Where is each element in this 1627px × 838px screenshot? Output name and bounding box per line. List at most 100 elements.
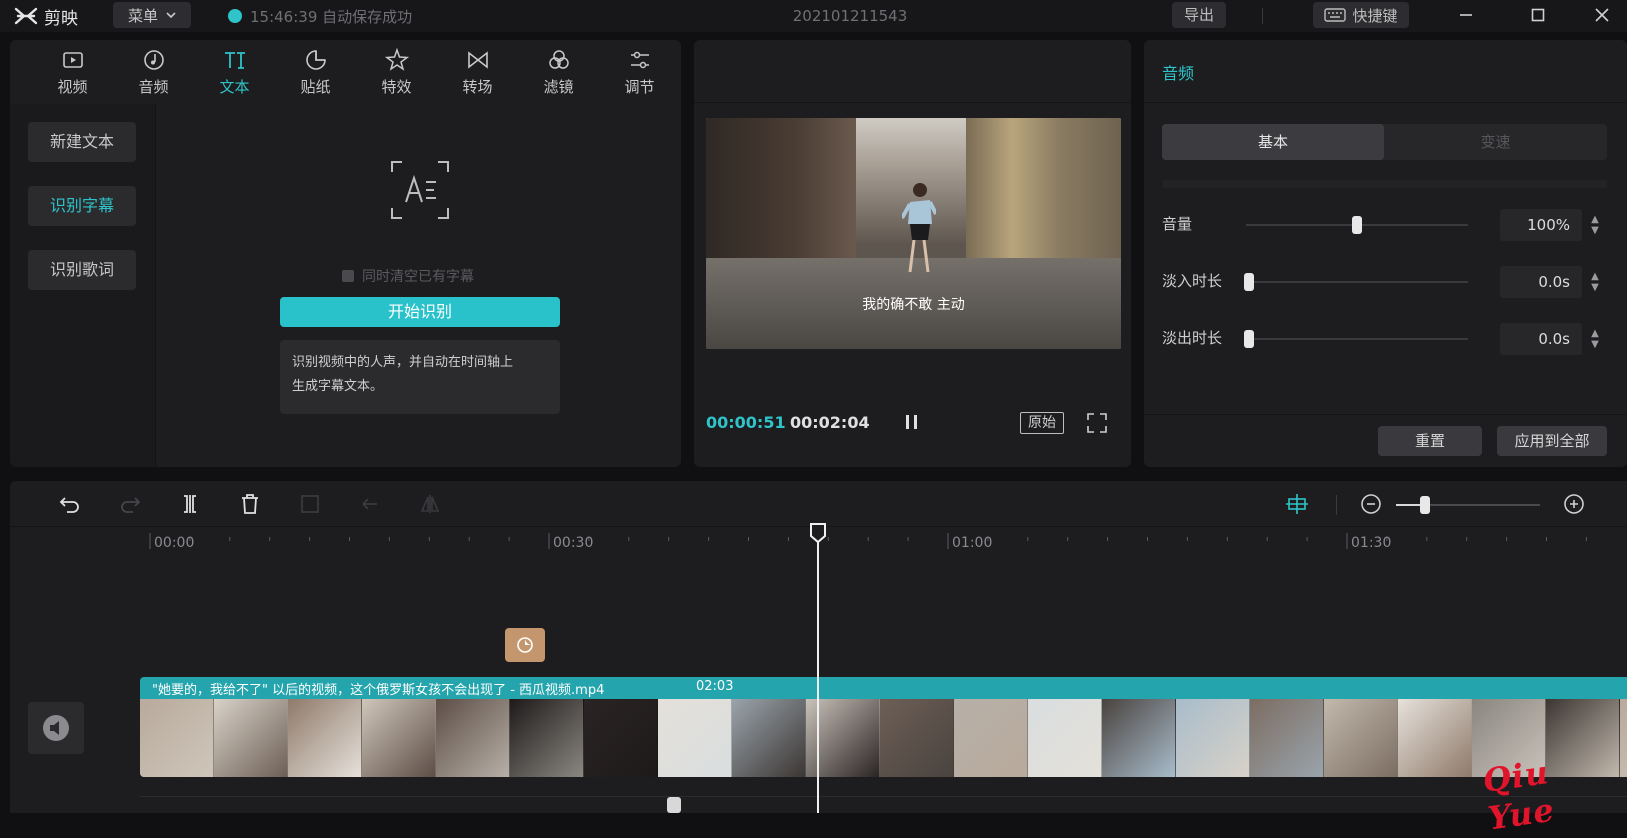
reset-button[interactable]: 重置: [1378, 426, 1482, 456]
tab-adjust-label: 调节: [624, 77, 655, 96]
start-recognition-button[interactable]: 开始识别: [280, 297, 560, 327]
tab-video[interactable]: 视频: [32, 40, 113, 104]
zoom-out-button[interactable]: [1357, 491, 1385, 517]
maximize-button[interactable]: [1518, 2, 1558, 28]
fullscreen-icon[interactable]: [1086, 412, 1108, 434]
tab-basic[interactable]: 基本: [1162, 124, 1384, 160]
chevron-down-icon[interactable]: ▼: [1591, 225, 1599, 236]
inspector-tab-underbar: [1162, 180, 1607, 188]
clear-existing-checkbox[interactable]: [342, 270, 354, 282]
clip-thumbnail: [1102, 699, 1176, 777]
tab-effects[interactable]: 特效: [356, 40, 437, 104]
freeze-button[interactable]: [296, 491, 324, 517]
shortcut-label: 快捷键: [1352, 6, 1398, 25]
subtitle-marker[interactable]: [667, 797, 681, 813]
tab-transition[interactable]: 转场: [437, 40, 518, 104]
tab-filter[interactable]: 滤镜: [518, 40, 599, 104]
chevron-down-icon[interactable]: ▼: [1591, 282, 1599, 293]
clear-existing-label: 同时清空已有字幕: [362, 269, 474, 285]
volume-stepper[interactable]: ▲ ▼: [1586, 209, 1604, 241]
clip-thumbnail: [1176, 699, 1250, 777]
mirror-icon: [420, 495, 440, 513]
volume-value[interactable]: 100%: [1500, 209, 1582, 241]
clip-thumbnail: [880, 699, 954, 777]
apply-all-button[interactable]: 应用到全部: [1497, 426, 1607, 456]
playhead-handle-icon[interactable]: [809, 522, 827, 544]
filter-icon: [548, 49, 569, 69]
pause-icon[interactable]: [902, 412, 922, 432]
timeline-toolbar: [10, 481, 1627, 527]
delete-button[interactable]: [236, 491, 264, 517]
video-clip[interactable]: "她要的，我给不了" 以后的视频，这个俄罗斯女孩不会出现了 - 西瓜视频.mp4…: [140, 677, 1627, 777]
save-status-text: 15:46:39 自动保存成功: [250, 7, 413, 26]
tab-adjust[interactable]: 调节: [599, 40, 680, 104]
sticker-clip[interactable]: [505, 628, 545, 662]
menu-button[interactable]: 菜单: [113, 2, 191, 28]
media-tabs: 视频 音频 文本 贴纸 特效 转场 滤镜 调节: [10, 40, 681, 104]
volume-slider-knob[interactable]: [1352, 216, 1362, 234]
save-status-dot-icon: [228, 9, 242, 23]
tab-text[interactable]: 文本: [194, 40, 275, 104]
undo-button[interactable]: [56, 491, 84, 517]
playhead-line[interactable]: [817, 525, 819, 813]
title-bar: 剪映 菜单 15:46:39 自动保存成功 202101211543 导出 快捷…: [0, 0, 1627, 32]
keyboard-icon: [1324, 8, 1347, 22]
shortcut-button[interactable]: 快捷键: [1313, 2, 1409, 28]
clip-thumbnail: [954, 699, 1028, 777]
app-name: 剪映: [44, 8, 78, 29]
clip-thumbnail: [362, 699, 436, 777]
tab-text-label: 文本: [219, 77, 250, 96]
video-frame[interactable]: 我的确不敢 主动: [706, 118, 1121, 349]
inspector-footer-divider: [1144, 414, 1627, 415]
mirror-button[interactable]: [416, 491, 444, 517]
export-button[interactable]: 导出: [1172, 2, 1226, 28]
freeze-icon: [301, 495, 319, 513]
fade-out-slider[interactable]: [1246, 338, 1468, 340]
timeline-ruler[interactable]: 00:00 00:30 01:00 01:30: [140, 527, 1627, 557]
recognize-subtitles-button[interactable]: 识别字幕: [28, 186, 136, 226]
reverse-button[interactable]: [356, 491, 384, 517]
timeline-zoom-knob[interactable]: [1420, 496, 1430, 514]
video-icon: [62, 51, 83, 68]
inspector-panel: 音频 基本 变速 音量 100% ▲ ▼ 淡入时长 0.0s ▲ ▼ 淡出时长 0.…: [1144, 40, 1627, 467]
zoom-in-icon: [1564, 494, 1584, 514]
maximize-icon: [1531, 8, 1545, 22]
tab-sticker[interactable]: 贴纸: [275, 40, 356, 104]
fade-out-slider-knob[interactable]: [1244, 330, 1254, 348]
zoom-in-button[interactable]: [1560, 491, 1588, 517]
clip-thumbnail: [732, 699, 806, 777]
aspect-ratio-button[interactable]: 原始: [1020, 412, 1064, 434]
chevron-down-icon[interactable]: ▼: [1591, 339, 1599, 350]
chevron-up-icon[interactable]: ▲: [1591, 271, 1599, 282]
preview-header-divider: [694, 102, 1131, 103]
tab-audio[interactable]: 音频: [113, 40, 194, 104]
tab-speed[interactable]: 变速: [1384, 124, 1607, 160]
clip-thumbnail: [584, 699, 658, 777]
redo-button[interactable]: [116, 491, 144, 517]
subtitle-track[interactable]: [140, 796, 1627, 813]
fade-in-value[interactable]: 0.0s: [1500, 266, 1582, 298]
track-mute-button[interactable]: [28, 702, 84, 754]
inspector-tabs: 基本 变速: [1162, 124, 1607, 160]
tab-filter-label: 滤镜: [543, 77, 574, 96]
split-button[interactable]: [176, 491, 204, 517]
fade-in-slider-knob[interactable]: [1244, 273, 1254, 291]
snap-toggle[interactable]: [1283, 491, 1311, 517]
fade-in-label: 淡入时长: [1162, 272, 1223, 290]
chevron-up-icon[interactable]: ▲: [1591, 328, 1599, 339]
fade-out-value[interactable]: 0.0s: [1500, 323, 1582, 355]
hint-line-1: 识别视频中的人声，并自动在时间轴上: [292, 355, 514, 370]
new-text-button[interactable]: 新建文本: [28, 122, 136, 162]
minimize-button[interactable]: [1446, 2, 1486, 28]
fade-in-slider[interactable]: [1246, 281, 1468, 283]
recognize-lyrics-button[interactable]: 识别歌词: [28, 250, 136, 290]
subtitle-recognition-icon: [391, 161, 449, 219]
close-button[interactable]: [1582, 2, 1622, 28]
fade-out-stepper[interactable]: ▲ ▼: [1586, 323, 1604, 355]
clear-existing-option[interactable]: 同时清空已有字幕: [342, 266, 474, 286]
fade-in-stepper[interactable]: ▲ ▼: [1586, 266, 1604, 298]
chevron-up-icon[interactable]: ▲: [1591, 214, 1599, 225]
clip-thumbnail: [288, 699, 362, 777]
ruler-label-0: 00:00: [154, 535, 195, 551]
tab-audio-label: 音频: [138, 77, 169, 96]
